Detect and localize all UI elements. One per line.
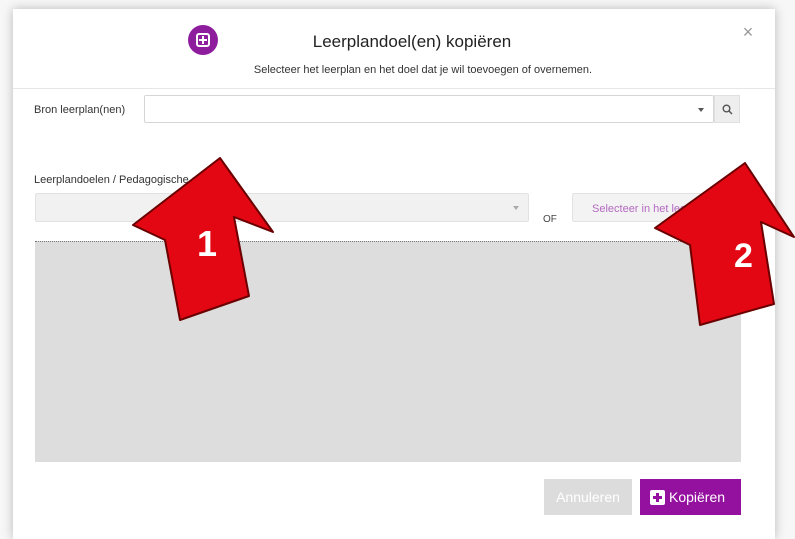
dialog-title: Leerplandoel(en) kopiëren — [312, 32, 512, 51]
source-curriculum-select[interactable] — [144, 95, 714, 123]
search-icon — [722, 104, 733, 115]
source-curriculum-label: Bron leerplan(nen) — [34, 104, 126, 116]
dialog-subtitle: Selecteer het leerplan en het doel dat j… — [253, 64, 593, 76]
cancel-button[interactable]: Annuleren — [544, 479, 632, 515]
chevron-down-icon — [513, 206, 519, 210]
chevron-down-icon — [698, 108, 704, 112]
annotation-number-2: 2 — [734, 237, 753, 275]
dialog-header: Leerplandoel(en) kopiëren Selecteer het … — [13, 9, 775, 89]
close-icon[interactable]: × — [740, 23, 756, 41]
copy-button-label: Kopiëren — [669, 489, 726, 505]
annotation-arrow-2 — [654, 162, 795, 326]
or-separator: OF — [543, 214, 557, 225]
copy-button[interactable]: Kopiëren — [640, 479, 741, 515]
annotation-number-1: 1 — [197, 223, 218, 264]
search-button[interactable] — [714, 95, 740, 123]
plus-square-icon — [650, 490, 665, 505]
